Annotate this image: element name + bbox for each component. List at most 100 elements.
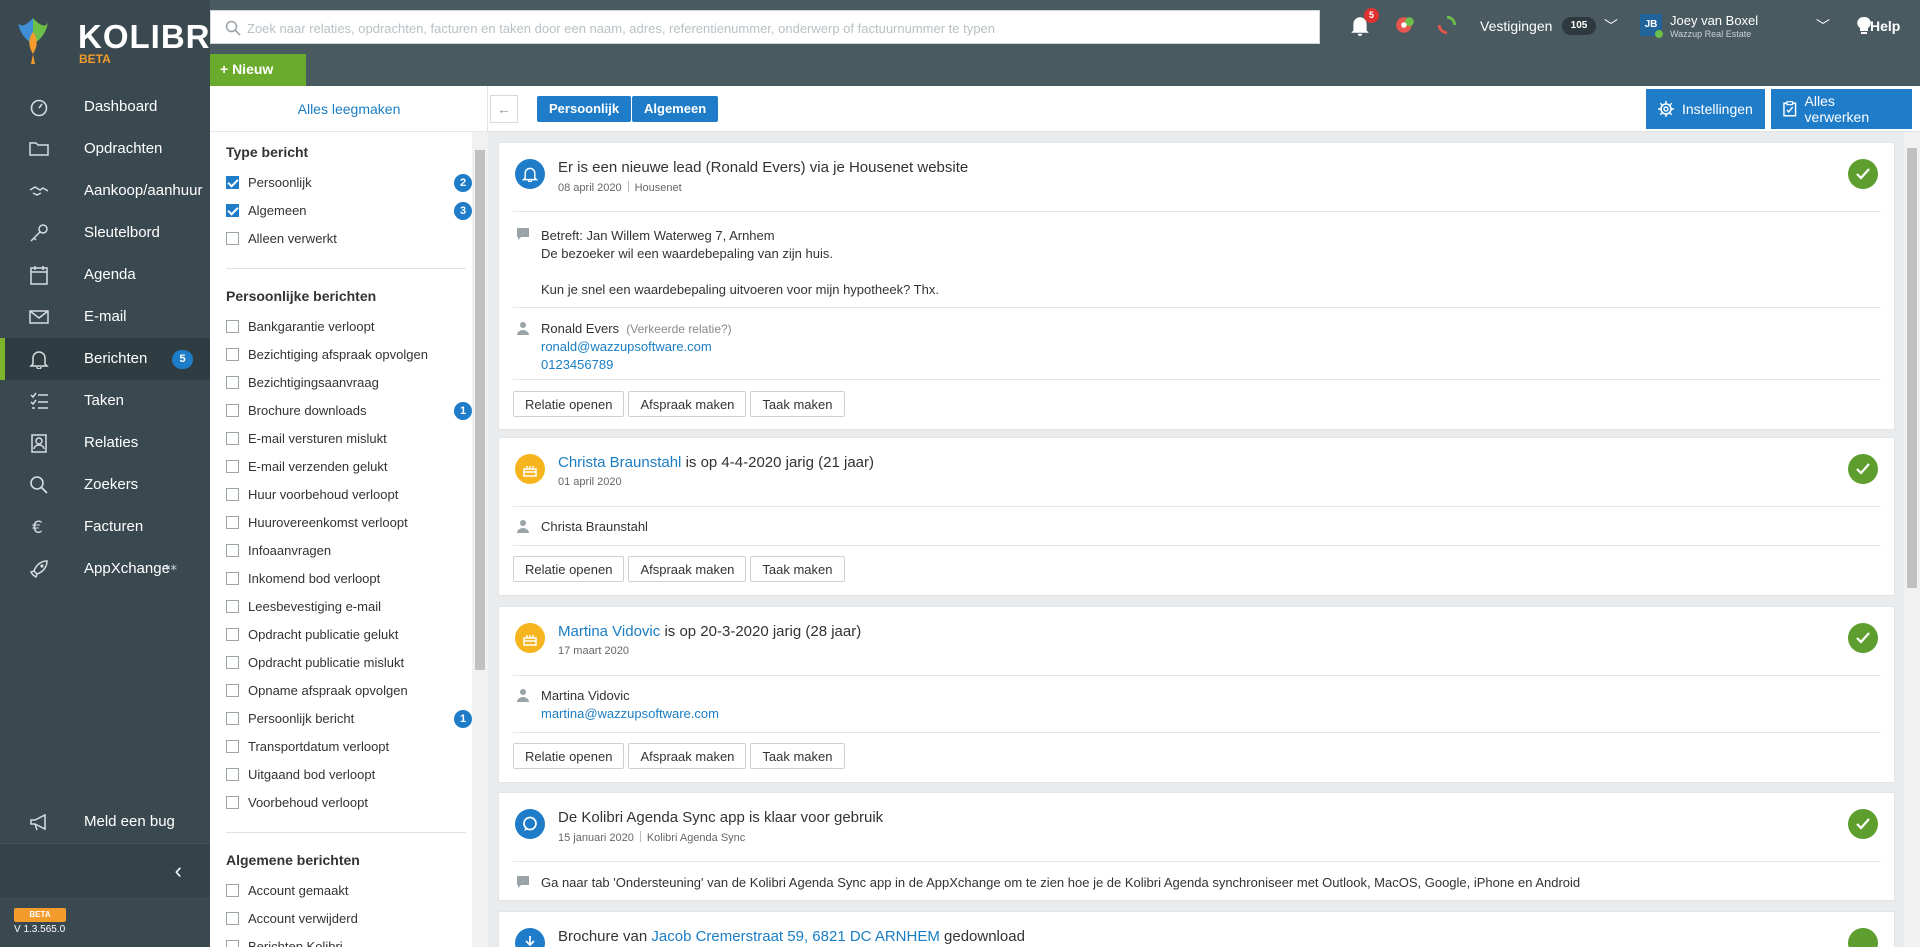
sidebar-item-berichten[interactable]: Berichten 5: [0, 338, 210, 380]
filter-row[interactable]: Opdracht publicatie gelukt: [226, 625, 456, 645]
checkbox[interactable]: [226, 320, 239, 333]
filter-berichten-kolibri[interactable]: Berichten Kolibri: [226, 937, 456, 947]
contact-email-link[interactable]: martina@wazzupsoftware.com: [541, 706, 719, 721]
kolibri-logo[interactable]: KOLIBRI BETA: [18, 14, 220, 66]
filter-algemeen[interactable]: Algemeen 3: [226, 201, 472, 221]
mark-processed-button[interactable]: [1848, 454, 1878, 484]
filter-row[interactable]: Voorbehoud verloopt: [226, 793, 456, 813]
sidebar-item-aankoop[interactable]: Aankoop/aanhuur: [0, 170, 210, 212]
make-appointment-button[interactable]: Afspraak maken: [628, 556, 747, 582]
open-relation-button[interactable]: Relatie openen: [513, 556, 625, 582]
checkbox[interactable]: [226, 516, 239, 529]
make-appointment-button[interactable]: Afspraak maken: [628, 743, 747, 769]
back-button[interactable]: ←: [490, 95, 518, 123]
sidebar-item-taken[interactable]: Taken: [0, 380, 210, 422]
filter-row[interactable]: Infoaanvragen: [226, 541, 456, 561]
settings-button[interactable]: Instellingen: [1646, 89, 1765, 129]
filter-row[interactable]: Opdracht publicatie mislukt: [226, 653, 456, 673]
checkbox[interactable]: [226, 432, 239, 445]
mark-processed-button[interactable]: [1848, 623, 1878, 653]
wrong-relation-link[interactable]: (Verkeerde relatie?): [626, 322, 731, 336]
chevron-down-icon[interactable]: ﹀: [1816, 16, 1830, 36]
sidebar-item-dashboard[interactable]: Dashboard: [0, 86, 210, 128]
contact-phone-link[interactable]: 0123456789: [541, 357, 613, 372]
open-relation-button[interactable]: Relatie openen: [513, 743, 625, 769]
checkbox[interactable]: [226, 628, 239, 641]
checkbox[interactable]: [226, 488, 239, 501]
checkbox[interactable]: [226, 348, 239, 361]
filter-row[interactable]: Huur voorbehoud verloopt: [226, 485, 456, 505]
content-scrollbar[interactable]: [1904, 132, 1920, 947]
collapse-sidebar-button[interactable]: ‹: [0, 843, 210, 897]
checkbox[interactable]: [226, 204, 239, 217]
checkbox[interactable]: [226, 232, 239, 245]
process-all-button[interactable]: Alles verwerken: [1771, 89, 1912, 129]
scrollbar-thumb[interactable]: [475, 150, 485, 670]
checkbox[interactable]: [226, 544, 239, 557]
checkbox[interactable]: [226, 600, 239, 613]
filter-row[interactable]: E-mail verzenden gelukt: [226, 457, 456, 477]
relation-link[interactable]: Christa Braunstahl: [558, 454, 681, 471]
mark-processed-button[interactable]: [1848, 809, 1878, 839]
sidebar-item-zoekers[interactable]: Zoekers: [0, 464, 210, 506]
sidebar-item-facturen[interactable]: € Facturen: [0, 506, 210, 548]
filter-row[interactable]: Bezichtigingsaanvraag: [226, 373, 456, 393]
filter-row[interactable]: Opname afspraak opvolgen: [226, 681, 456, 701]
relation-link[interactable]: Martina Vidovic: [558, 623, 660, 640]
checkbox[interactable]: [226, 684, 239, 697]
filter-account-gemaakt[interactable]: Account gemaakt: [226, 881, 456, 901]
global-search[interactable]: [210, 10, 1320, 44]
sidebar-item-sleutelbord[interactable]: Sleutelbord: [0, 212, 210, 254]
filter-row[interactable]: Transportdatum verloopt: [226, 737, 456, 757]
checkbox[interactable]: [226, 768, 239, 781]
active-filter-chip-persoonlijk[interactable]: Persoonlijk: [537, 96, 632, 122]
help-button[interactable]: Help: [1870, 18, 1900, 34]
sidebar-item-email[interactable]: E-mail: [0, 296, 210, 338]
clear-all-link[interactable]: Alles leegmaken: [210, 86, 488, 132]
sidebar-item-agenda[interactable]: Agenda: [0, 254, 210, 296]
property-link[interactable]: Jacob Cremerstraat 59, 6821 DC ARNHEM: [651, 928, 939, 945]
make-appointment-button[interactable]: Afspraak maken: [628, 391, 747, 417]
mark-processed-button[interactable]: [1848, 928, 1878, 947]
checkbox[interactable]: [226, 572, 239, 585]
scrollbar-thumb[interactable]: [1907, 148, 1917, 588]
filter-account-verwijderd[interactable]: Account verwijderd: [226, 909, 456, 929]
filter-row[interactable]: Leesbevestiging e-mail: [226, 597, 456, 617]
open-relation-button[interactable]: Relatie openen: [513, 391, 625, 417]
checkbox[interactable]: [226, 404, 239, 417]
filter-row[interactable]: Huurovereenkomst verloopt: [226, 513, 456, 533]
checkbox[interactable]: [226, 740, 239, 753]
sidebar-item-relaties[interactable]: Relaties: [0, 422, 210, 464]
filter-row[interactable]: Persoonlijk bericht 1: [226, 709, 472, 729]
report-bug-button[interactable]: Meld een bug: [0, 801, 210, 843]
search-input[interactable]: [247, 17, 1307, 39]
filter-row[interactable]: Inkomend bod verloopt: [226, 569, 456, 589]
filter-row[interactable]: Uitgaand bod verloopt: [226, 765, 456, 785]
make-task-button[interactable]: Taak maken: [750, 391, 845, 417]
filter-persoonlijk[interactable]: Persoonlijk 2: [226, 173, 472, 193]
checkbox[interactable]: [226, 460, 239, 473]
filter-row[interactable]: Brochure downloads 1: [226, 401, 472, 421]
contact-email-link[interactable]: ronald@wazzupsoftware.com: [541, 339, 712, 354]
user-name[interactable]: Joey van Boxel: [1670, 13, 1758, 28]
brochure-icon[interactable]: [1394, 14, 1416, 36]
new-button[interactable]: + Nieuw: [210, 54, 306, 86]
checkbox[interactable]: [226, 796, 239, 809]
checkbox[interactable]: [226, 884, 239, 897]
filter-row[interactable]: Bankgarantie verloopt: [226, 317, 456, 337]
checkbox[interactable]: [226, 712, 239, 725]
checkbox[interactable]: [226, 176, 239, 189]
mark-processed-button[interactable]: [1848, 159, 1878, 189]
filter-alleen-verwerkt[interactable]: Alleen verwerkt: [226, 229, 456, 249]
filter-row[interactable]: Bezichtiging afspraak opvolgen: [226, 345, 456, 365]
sidebar-item-appxchange[interactable]: AppXchange ⁎⁎: [0, 548, 210, 590]
checkbox[interactable]: [226, 376, 239, 389]
sidebar-item-opdrachten[interactable]: Opdrachten: [0, 128, 210, 170]
make-task-button[interactable]: Taak maken: [750, 743, 845, 769]
chevron-down-icon[interactable]: ﹀: [1604, 16, 1618, 36]
checkbox[interactable]: [226, 940, 239, 947]
filter-scrollbar[interactable]: [472, 132, 488, 947]
checkbox[interactable]: [226, 656, 239, 669]
filter-row[interactable]: E-mail versturen mislukt: [226, 429, 456, 449]
sync-icon[interactable]: [1436, 14, 1458, 36]
